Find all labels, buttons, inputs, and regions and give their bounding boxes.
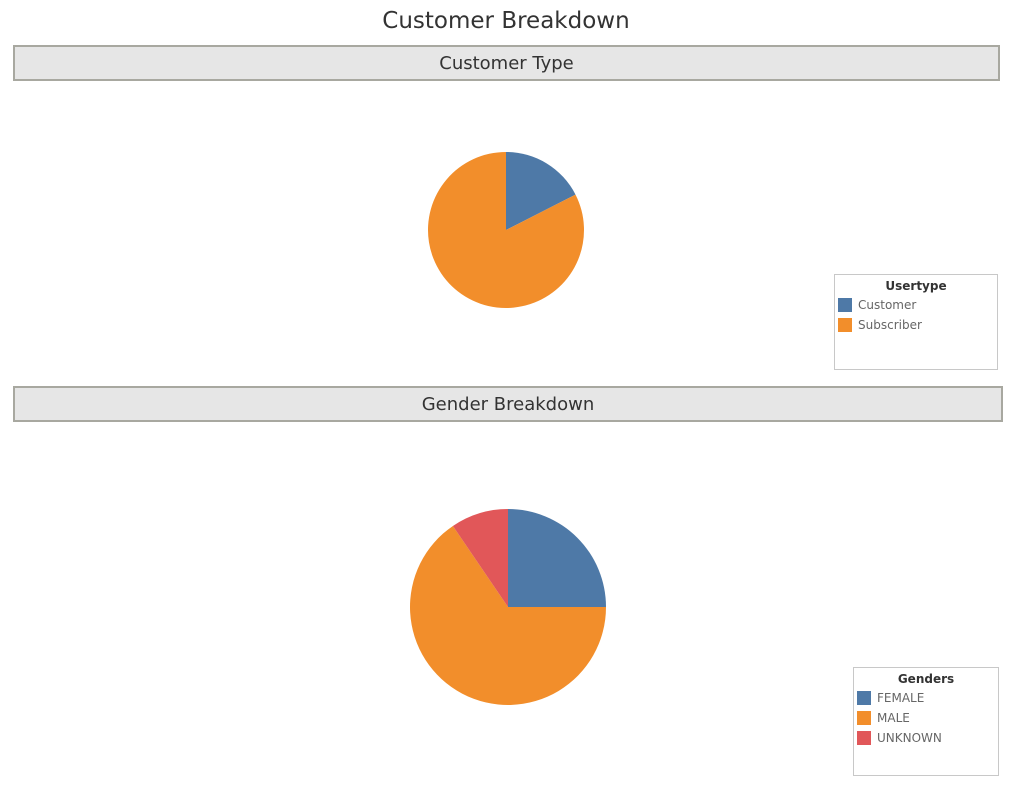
legend-swatch: [857, 711, 871, 725]
legend-label: MALE: [877, 711, 910, 725]
legend-label: UNKNOWN: [877, 731, 942, 745]
pie-slice-female[interactable]: [508, 509, 606, 607]
usertype-legend: Usertype Customer Subscriber: [834, 274, 998, 370]
legend-title: Genders: [897, 672, 955, 686]
legend-item-unknown[interactable]: UNKNOWN: [854, 728, 998, 748]
legend-label: Customer: [858, 298, 917, 312]
legend-swatch: [838, 318, 852, 332]
legend-swatch: [838, 298, 852, 312]
legend-item-male[interactable]: MALE: [854, 708, 998, 728]
legend-title: Usertype: [885, 279, 947, 293]
legend-swatch: [857, 691, 871, 705]
genders-legend: Genders FEMALE MALE UNKNOWN: [853, 667, 999, 776]
gender-breakdown-header: Gender Breakdown: [13, 386, 1003, 422]
customer-type-pie-chart[interactable]: [426, 150, 586, 310]
legend-item-subscriber[interactable]: Subscriber: [835, 315, 997, 335]
legend-item-female[interactable]: FEMALE: [854, 688, 998, 708]
gender-breakdown-pie-chart[interactable]: [408, 507, 608, 707]
customer-type-header: Customer Type: [13, 45, 1000, 81]
legend-label: Subscriber: [858, 318, 922, 332]
dashboard-title: Customer Breakdown: [382, 8, 630, 34]
legend-label: FEMALE: [877, 691, 925, 705]
legend-swatch: [857, 731, 871, 745]
legend-item-customer[interactable]: Customer: [835, 295, 997, 315]
dashboard: Customer Breakdown Customer Type Usertyp…: [0, 0, 1012, 786]
